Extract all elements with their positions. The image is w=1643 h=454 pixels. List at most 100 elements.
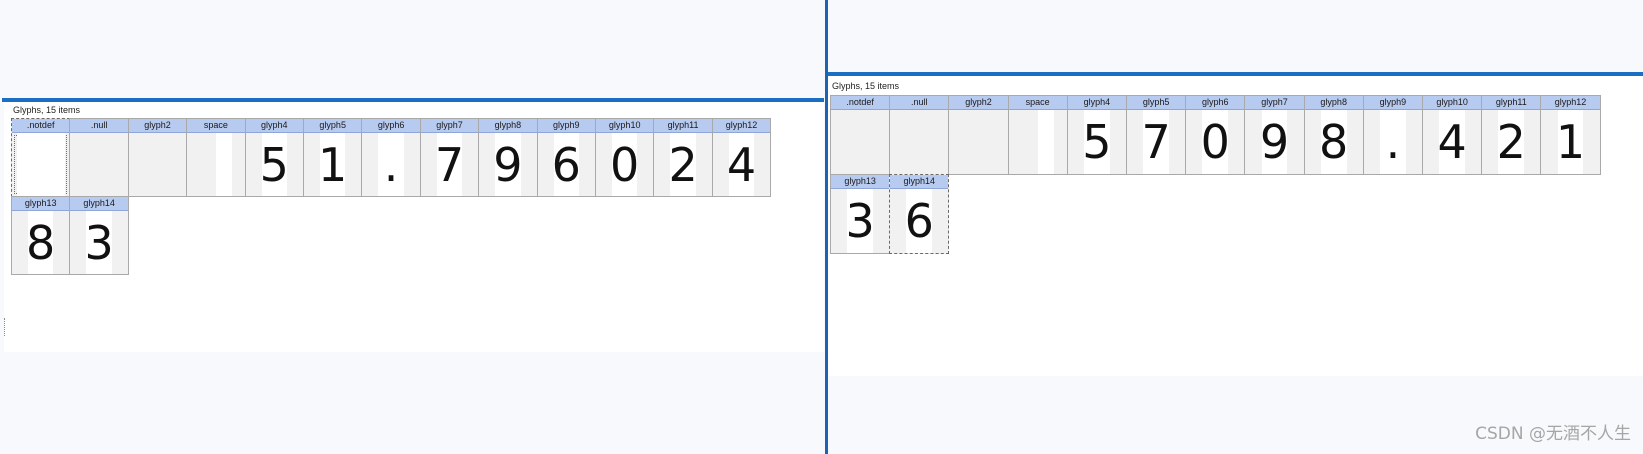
glyph-cell[interactable]: glyph7 7	[419, 118, 480, 197]
glyph-cell[interactable]: glyph5 7	[1126, 95, 1187, 175]
glyph-preview: .	[1364, 110, 1422, 174]
glyph-preview: 9	[479, 133, 536, 196]
glyph-character: 4	[726, 137, 757, 192]
glyph-preview: 6	[890, 189, 948, 253]
glyph-preview: 0	[596, 133, 653, 196]
glyph-name-label: glyph14	[70, 197, 128, 211]
glyph-cell[interactable]: glyph4 5	[244, 118, 304, 197]
glyph-character: 3	[84, 215, 114, 270]
glyph-character: .	[383, 137, 399, 192]
glyph-character: 8	[26, 215, 56, 270]
glyph-preview: 3	[70, 211, 127, 274]
glyph-cell[interactable]: glyph11 2	[653, 118, 713, 197]
glyph-name-label: glyph6	[1186, 96, 1245, 110]
glyph-name-label: .null	[890, 96, 949, 110]
glyph-character	[1009, 110, 1067, 174]
glyph-character	[949, 110, 1007, 174]
glyph-preview: 1	[1541, 110, 1599, 174]
glyph-name-label: glyph11	[1482, 96, 1541, 110]
glyph-cell[interactable]: glyph9 6	[536, 118, 596, 197]
glyph-cell[interactable]: glyph7 9	[1244, 95, 1305, 175]
glyph-preview: 2	[654, 133, 711, 196]
glyph-name-label: glyph4	[1067, 96, 1126, 110]
glyph-preview: 8	[1305, 110, 1363, 174]
glyph-preview: 0	[1186, 110, 1244, 174]
glyph-name-label: glyph7	[420, 119, 479, 133]
glyph-preview: 1	[304, 133, 361, 196]
glyph-cell[interactable]: glyph8 8	[1303, 95, 1364, 175]
glyph-cell[interactable]: glyph10 4	[1422, 95, 1483, 175]
glyph-cell[interactable]: .notdef	[830, 95, 891, 175]
glyph-character: 1	[318, 137, 348, 192]
glyph-preview	[949, 110, 1007, 174]
glyph-preview	[12, 133, 69, 196]
glyph-preview	[187, 133, 244, 196]
glyph-preview: 5	[1068, 110, 1126, 174]
glyph-preview	[129, 133, 186, 196]
glyph-preview	[1009, 110, 1067, 174]
glyph-cell[interactable]: glyph12 1	[1540, 95, 1601, 175]
glyph-cell[interactable]: glyph14 3	[69, 196, 129, 275]
glyph-name-label: glyph12	[1541, 96, 1600, 110]
glyph-name-label: glyph2	[949, 96, 1008, 110]
glyph-name-label: glyph2	[128, 119, 187, 133]
glyph-cell[interactable]: .null	[69, 118, 129, 197]
glyph-cell[interactable]: glyph6.	[361, 118, 421, 197]
glyph-name-label: glyph8	[479, 119, 537, 133]
watermark: CSDN @无酒不人生	[1475, 424, 1631, 444]
glyph-preview	[890, 110, 948, 174]
glyph-viewer-right: Glyphs, 15 items .notdef .null glyph2 space…	[828, 76, 1643, 376]
glyph-cell[interactable]: glyph5 1	[303, 118, 363, 197]
glyph-cell[interactable]: space	[186, 118, 246, 197]
glyph-character: 4	[1437, 115, 1467, 169]
glyph-character	[831, 110, 889, 174]
glyph-cell[interactable]: glyph13 3	[830, 174, 891, 254]
glyph-cell[interactable]: glyph6 0	[1185, 95, 1246, 175]
glyph-character	[129, 133, 186, 196]
glyph-character: 0	[610, 137, 640, 192]
glyph-cell[interactable]: .null	[889, 95, 950, 175]
glyph-preview: 4	[713, 133, 770, 196]
glyph-viewer-left: Glyphs, 15 items .notdef .null glyph2 space…	[4, 102, 824, 352]
glyph-preview	[70, 133, 127, 196]
glyph-pane-left: Glyphs, 15 items .notdef .null glyph2 space…	[0, 0, 824, 454]
glyph-character: 9	[1259, 115, 1290, 169]
glyph-character	[12, 133, 69, 196]
glyph-name-label: glyph7	[1245, 96, 1304, 110]
glyph-name-label: glyph5	[1127, 96, 1186, 110]
glyph-preview: 7	[1127, 110, 1185, 174]
glyph-name-label: glyph8	[1304, 96, 1363, 110]
glyph-pane-right: Glyphs, 15 items .notdef .null glyph2 space…	[828, 0, 1643, 454]
glyph-cell[interactable]: glyph12 4	[711, 118, 772, 197]
glyph-character: 5	[259, 137, 289, 192]
glyph-name-label: glyph12	[712, 119, 771, 133]
glyph-cell[interactable]: .notdef	[11, 118, 71, 197]
glyph-count-title: Glyphs, 15 items	[832, 81, 900, 91]
glyph-cell[interactable]: glyph13 8	[11, 196, 71, 275]
glyph-cell[interactable]: space	[1007, 95, 1068, 175]
glyph-cell[interactable]: glyph8 9	[478, 118, 538, 197]
glyph-character: 1	[1555, 115, 1586, 169]
glyph-name-label: glyph10	[596, 119, 654, 133]
glyph-character: 6	[551, 137, 581, 192]
glyph-character: 9	[493, 137, 523, 192]
glyph-name-label: glyph4	[245, 119, 303, 133]
glyph-character	[890, 110, 948, 174]
glyph-name-label: glyph14	[890, 175, 949, 189]
glyph-preview: .	[362, 133, 419, 196]
glyph-cell[interactable]: glyph10 0	[595, 118, 655, 197]
glyph-cell[interactable]: glyph9.	[1362, 95, 1423, 175]
glyph-cell[interactable]: glyph2	[127, 118, 188, 197]
glyph-character: 0	[1200, 115, 1230, 169]
glyph-character: .	[1385, 115, 1401, 169]
glyph-cell[interactable]: glyph11 2	[1481, 95, 1542, 175]
resize-gripper-icon[interactable]	[4, 318, 7, 336]
glyph-cell[interactable]: glyph2	[948, 95, 1009, 175]
glyph-cell[interactable]: glyph4 5	[1066, 95, 1127, 175]
glyph-name-label: glyph13	[831, 175, 890, 189]
glyph-cell[interactable]: glyph14 6	[889, 174, 950, 254]
glyph-name-label: space	[187, 119, 245, 133]
glyph-name-label: .null	[70, 119, 128, 133]
glyph-character: 5	[1082, 115, 1112, 169]
glyph-preview: 6	[538, 133, 595, 196]
